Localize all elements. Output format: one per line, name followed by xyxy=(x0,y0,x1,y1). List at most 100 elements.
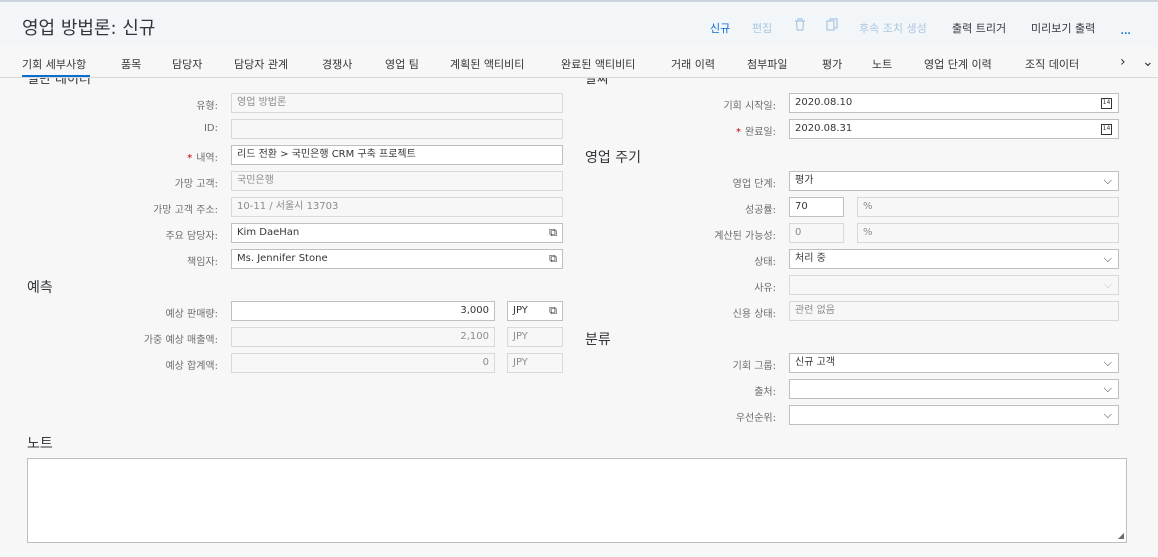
end-date-input[interactable]: 2020.08.31 14 xyxy=(789,119,1119,139)
new-button[interactable]: 신규 xyxy=(710,20,730,36)
chevron-down-icon[interactable]: ⌵ xyxy=(1104,380,1112,398)
type-field: 영업 방법론 xyxy=(231,93,563,113)
owner-input[interactable]: Ms. Jennifer Stone ⧉ xyxy=(231,249,563,269)
prospect-address-field: 10-11 / 서울시 13703 xyxy=(231,197,563,217)
tab-sales-stage-history[interactable]: 영업 단계 이력 xyxy=(924,56,992,72)
status-label: 상태: xyxy=(754,257,776,268)
source-label: 출처: xyxy=(754,387,776,398)
tab-completed-activities[interactable]: 완료된 액티비티 xyxy=(561,56,635,72)
trash-icon[interactable] xyxy=(794,18,806,35)
calculated-probability-field: 0 xyxy=(789,223,844,243)
open-link-icon[interactable]: ⧉ xyxy=(549,250,557,268)
tab-org-data[interactable]: 조직 데이터 xyxy=(1025,56,1079,72)
start-date-label: 기회 시작일: xyxy=(723,101,776,112)
start-date-input[interactable]: 2020.08.10 14 xyxy=(789,93,1119,113)
preview-output-button[interactable]: 미리보기 출력 xyxy=(1031,20,1095,36)
end-date-value: 2020.08.31 xyxy=(795,123,853,134)
tab-contact-relationships[interactable]: 담당자 관계 xyxy=(234,56,288,72)
tab-planned-activities[interactable]: 계획된 액티비티 xyxy=(450,56,524,72)
tab-contacts[interactable]: 담당자 xyxy=(172,56,202,72)
chevron-down-icon[interactable]: ⌵ xyxy=(1104,250,1112,268)
open-link-icon[interactable]: ⧉ xyxy=(549,302,557,320)
chevron-down-icon[interactable]: ⌵ xyxy=(1104,172,1112,190)
id-label: ID: xyxy=(203,123,218,134)
priority-select[interactable]: ⌵ xyxy=(789,405,1119,425)
expected-total-label: 예상 합계액: xyxy=(165,361,218,372)
chevron-down-icon[interactable]: ⌵ xyxy=(1104,354,1112,372)
chevron-right-icon[interactable]: › xyxy=(1120,54,1126,70)
prospect-field: 국민은행 xyxy=(231,171,563,191)
tab-notes[interactable]: 노트 xyxy=(872,56,892,72)
start-date-value: 2020.08.10 xyxy=(795,97,853,108)
resize-handle-icon[interactable]: ◢ xyxy=(1118,531,1124,540)
section-general-title: 일반 데이터 xyxy=(27,78,91,87)
output-trigger-button[interactable]: 출력 트리거 xyxy=(952,20,1006,36)
sales-stage-select[interactable]: 평가 ⌵ xyxy=(789,171,1119,191)
object-page-header: 영업 방법론: 신규 신규 편집 후속 조치 생성 출력 트리거 미리보기 출력… xyxy=(0,2,1158,46)
calendar-icon[interactable]: 14 xyxy=(1101,124,1112,135)
reason-label: 사유: xyxy=(754,283,776,294)
main-contact-input[interactable]: Kim DaeHan ⧉ xyxy=(231,223,563,243)
section-note-title: 노트 xyxy=(27,436,53,452)
expected-sales-label: 예상 판매량: xyxy=(165,309,218,320)
priority-label: 우선순위: xyxy=(735,413,776,424)
section-forecast-title: 예측 xyxy=(27,280,53,296)
tab-transaction-history[interactable]: 거래 이력 xyxy=(671,56,715,72)
tab-competitors[interactable]: 경쟁사 xyxy=(322,56,352,72)
calculated-probability-label: 계산된 가능성: xyxy=(714,231,776,242)
more-actions-button[interactable]: ... xyxy=(1120,22,1131,38)
calculated-probability-unit: % xyxy=(857,223,1119,243)
prospect-address-label: 가망 고객 주소: xyxy=(153,205,218,216)
sales-stage-value: 평가 xyxy=(795,175,814,186)
prospect-label: 가망 고객: xyxy=(174,179,218,190)
calendar-icon[interactable]: 14 xyxy=(1101,98,1112,109)
main-contact-value: Kim DaeHan xyxy=(237,227,300,238)
type-label: 유형: xyxy=(196,101,218,112)
description-input[interactable]: 리드 전환 > 국민은행 CRM 구축 프로젝트 xyxy=(231,145,563,165)
chevron-down-icon: ⌵ xyxy=(1103,278,1112,291)
tab-attachments[interactable]: 첨부파일 xyxy=(747,56,787,72)
page-title: 영업 방법론: 신규 xyxy=(22,18,156,39)
end-date-label: * 완료일: xyxy=(736,127,776,138)
opportunity-group-label: 기회 그룹: xyxy=(732,361,776,372)
chevron-down-icon[interactable]: ⌄ xyxy=(1142,54,1154,70)
required-marker: * xyxy=(187,153,193,164)
credit-status-field: 관련 없음 xyxy=(789,301,1119,321)
tab-bar: 기회 세부사항 품목 담당자 담당자 관계 경쟁사 영업 팀 계획된 액티비티 … xyxy=(0,46,1158,78)
credit-status-label: 신용 상태: xyxy=(732,309,776,320)
weighted-sales-label: 가중 예상 매출액: xyxy=(143,335,218,346)
active-tab-indicator xyxy=(22,75,90,77)
owner-label: 책임자: xyxy=(187,257,218,268)
sales-stage-label: 영업 단계: xyxy=(732,179,776,190)
section-dates-title: 날짜 xyxy=(585,78,609,87)
expected-total-currency: JPY xyxy=(507,353,563,373)
success-rate-unit: % xyxy=(857,197,1119,217)
source-select[interactable]: ⌵ xyxy=(789,379,1119,399)
description-label: * 내역: xyxy=(187,153,218,164)
main-contact-label: 주요 담당자: xyxy=(165,231,218,242)
weighted-sales-currency: JPY xyxy=(507,327,563,347)
tab-evaluation[interactable]: 평가 xyxy=(822,56,842,72)
create-followup-button[interactable]: 후속 조치 생성 xyxy=(859,20,927,36)
expected-sales-input[interactable]: 3,000 xyxy=(231,301,495,321)
copy-icon[interactable] xyxy=(826,18,838,35)
chevron-down-icon[interactable]: ⌵ xyxy=(1104,406,1112,424)
currency-value: JPY xyxy=(513,305,528,316)
status-select[interactable]: 처리 중 ⌵ xyxy=(789,249,1119,269)
tab-opportunity-details[interactable]: 기회 세부사항 xyxy=(22,56,86,72)
section-classification-title: 분류 xyxy=(585,332,611,348)
id-field xyxy=(231,119,563,139)
note-textarea[interactable]: ◢ xyxy=(27,458,1127,543)
open-link-icon[interactable]: ⧉ xyxy=(549,224,557,242)
weighted-sales-field: 2,100 xyxy=(231,327,495,347)
reason-select: ⌵ xyxy=(789,275,1119,295)
success-rate-input[interactable]: 70 xyxy=(789,197,844,217)
expected-sales-currency[interactable]: JPY ⧉ xyxy=(507,301,563,321)
section-sales-cycle-title: 영업 주기 xyxy=(585,150,641,166)
tab-sales-team[interactable]: 영업 팀 xyxy=(385,56,419,72)
tab-items[interactable]: 품목 xyxy=(121,56,141,72)
opportunity-group-select[interactable]: 신규 고객 ⌵ xyxy=(789,353,1119,373)
opportunity-group-value: 신규 고객 xyxy=(795,357,835,368)
edit-button[interactable]: 편집 xyxy=(752,20,772,36)
success-rate-label: 성공률: xyxy=(745,205,776,216)
